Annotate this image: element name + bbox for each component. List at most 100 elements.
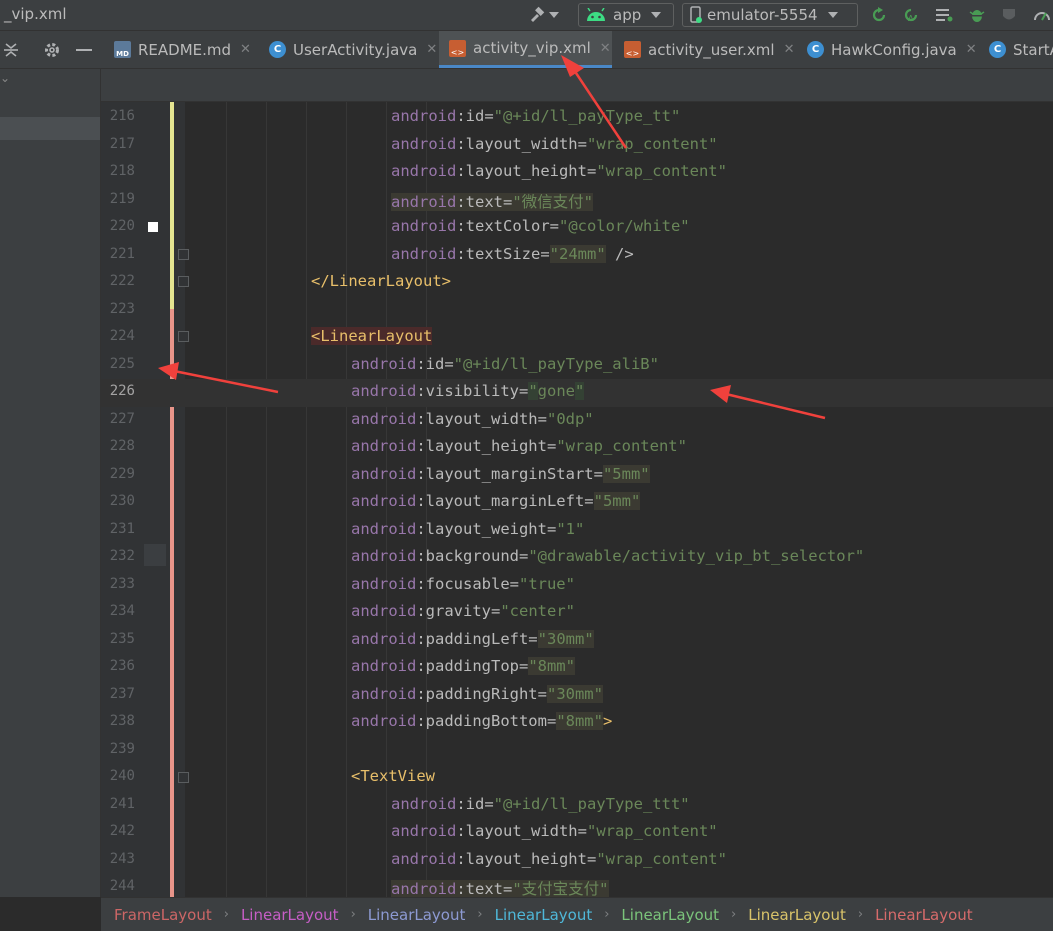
code-line[interactable]: 221 android:textSize="24mm" /> [101, 242, 1053, 270]
code-text[interactable]: android:layout_width="wrap_content" [391, 822, 718, 840]
breadcrumb-item[interactable]: FrameLayout [114, 906, 212, 924]
code-line[interactable]: 233 android:focusable="true" [101, 572, 1053, 600]
code-line[interactable]: 230 android:layout_marginLeft="5mm" [101, 489, 1053, 517]
line-number[interactable]: 216 [101, 108, 135, 124]
line-number[interactable]: 229 [101, 466, 135, 482]
line-number[interactable]: 237 [101, 686, 135, 702]
fold-marker[interactable] [178, 249, 189, 260]
code-text[interactable]: android:layout_weight="1" [351, 520, 584, 538]
line-number[interactable]: 230 [101, 493, 135, 509]
tab-activity-vip[interactable]: <> activity_vip.xml ✕ [439, 31, 612, 68]
breadcrumb-item[interactable]: LinearLayout [495, 906, 593, 924]
code-line[interactable]: 217 android:layout_width="wrap_content" [101, 132, 1053, 160]
line-number[interactable]: 238 [101, 713, 135, 729]
close-icon[interactable]: ✕ [966, 42, 977, 57]
logcat-icon[interactable] [934, 5, 954, 25]
breadcrumb-item[interactable]: LinearLayout [621, 906, 719, 924]
code-text[interactable]: android:paddingRight="30mm" [351, 684, 603, 703]
code-line[interactable]: 220 android:textColor="@color/white" [101, 214, 1053, 242]
line-number[interactable]: 223 [101, 301, 135, 317]
line-number[interactable]: 228 [101, 438, 135, 454]
line-number[interactable]: 233 [101, 576, 135, 592]
code-text[interactable]: android:layout_width="wrap_content" [391, 135, 718, 153]
line-number[interactable]: 218 [101, 163, 135, 179]
code-text[interactable]: <LinearLayout [311, 327, 433, 345]
code-text[interactable]: android:visibility="gone" [351, 382, 585, 400]
tab-activity-user[interactable]: <> activity_user.xml ✕ [614, 31, 802, 68]
code-text[interactable]: android:layout_width="0dp" [351, 410, 594, 428]
fold-marker[interactable] [178, 276, 189, 287]
code-line[interactable]: 234 android:gravity="center" [101, 599, 1053, 627]
line-number[interactable]: 226 [101, 383, 135, 399]
line-number[interactable]: 241 [101, 796, 135, 812]
line-number[interactable]: 225 [101, 356, 135, 372]
code-text[interactable]: </LinearLayout> [311, 272, 451, 290]
breadcrumb-item[interactable]: LinearLayout [241, 906, 339, 924]
code-text[interactable]: android:text="微信支付" [391, 190, 593, 212]
tab-hawk-config[interactable]: C HawkConfig.java ✕ [797, 31, 985, 68]
line-number[interactable]: 219 [101, 191, 135, 207]
line-number[interactable]: 220 [101, 218, 135, 234]
line-number[interactable]: 236 [101, 658, 135, 674]
code-text[interactable]: android:layout_marginLeft="5mm" [351, 492, 641, 510]
code-line[interactable]: 219 android:text="微信支付" [101, 187, 1053, 215]
code-line[interactable]: 225 android:id="@+id/ll_payType_aliB" [101, 352, 1053, 380]
chevron-down-icon[interactable] [547, 5, 561, 25]
collapse-all-icon[interactable] [2, 31, 20, 68]
code-text[interactable]: android:gravity="center" [351, 602, 575, 620]
code-text[interactable]: android:paddingTop="8mm" [351, 657, 575, 675]
code-line[interactable]: 229 android:layout_marginStart="5mm" [101, 462, 1053, 490]
debug-bug-icon[interactable] [967, 5, 987, 25]
breadcrumb-item[interactable]: LinearLayout [875, 906, 973, 924]
line-number[interactable]: 221 [101, 246, 135, 262]
code-line[interactable]: 224 <LinearLayout [101, 324, 1053, 352]
code-line[interactable]: 223 [101, 297, 1053, 325]
code-line[interactable]: 227 android:layout_width="0dp" [101, 407, 1053, 435]
apply-changes-restart-icon[interactable] [869, 5, 889, 25]
code-line[interactable]: 237 android:paddingRight="30mm" [101, 682, 1053, 710]
line-number[interactable]: 231 [101, 521, 135, 537]
code-line[interactable]: 240 <TextView [101, 764, 1053, 792]
code-text[interactable]: android:background="@drawable/activity_v… [351, 547, 864, 565]
breadcrumb-item[interactable]: LinearLayout [368, 906, 466, 924]
line-number[interactable]: 240 [101, 768, 135, 784]
code-text[interactable]: android:textSize="24mm" /> [391, 244, 634, 263]
fold-marker[interactable] [178, 772, 189, 783]
code-line[interactable]: 241 android:id="@+id/ll_payType_ttt" [101, 792, 1053, 820]
close-icon[interactable]: ✕ [426, 42, 437, 57]
code-text[interactable]: android:id="@+id/ll_payType_aliB" [351, 355, 659, 373]
code-line[interactable]: 232 android:background="@drawable/activit… [101, 544, 1053, 572]
code-line[interactable]: 226 android:visibility="gone" [101, 379, 1053, 407]
line-number[interactable]: 235 [101, 631, 135, 647]
hide-panel-icon[interactable] [76, 31, 92, 68]
close-icon[interactable]: ✕ [784, 42, 795, 57]
hammer-icon[interactable] [527, 5, 547, 25]
gear-icon[interactable] [43, 31, 61, 68]
apply-code-changes-icon[interactable]: A [901, 5, 921, 25]
code-text[interactable]: android:textColor="@color/white" [391, 217, 690, 235]
line-number[interactable]: 244 [101, 878, 135, 894]
code-line[interactable]: 244 android:text="支付宝支付" [101, 874, 1053, 897]
line-number[interactable]: 217 [101, 136, 135, 152]
code-text[interactable]: android:text="支付宝支付" [391, 877, 609, 897]
fold-marker[interactable] [178, 331, 189, 342]
code-text[interactable]: android:layout_height="wrap_content" [351, 437, 687, 455]
code-line[interactable]: 242 android:layout_width="wrap_content" [101, 819, 1053, 847]
code-line[interactable]: 236 android:paddingTop="8mm" [101, 654, 1053, 682]
attach-debugger-icon[interactable] [999, 5, 1019, 25]
code-line[interactable]: 228 android:layout_height="wrap_content" [101, 434, 1053, 462]
line-number[interactable]: 239 [101, 741, 135, 757]
line-number[interactable]: 232 [101, 548, 135, 564]
close-icon[interactable]: ✕ [240, 42, 251, 57]
tab-readme[interactable]: MD README.md ✕ [104, 31, 259, 68]
close-icon[interactable]: ✕ [600, 41, 611, 56]
code-line[interactable]: 216 android:id="@+id/ll_payType_tt" [101, 104, 1053, 132]
tab-start-activity[interactable]: C StartA [979, 31, 1053, 68]
tab-user-activity[interactable]: C UserActivity.java ✕ [259, 31, 445, 68]
code-text[interactable]: android:layout_marginStart="5mm" [351, 464, 650, 483]
code-line[interactable]: 222 </LinearLayout> [101, 269, 1053, 297]
line-number[interactable]: 227 [101, 411, 135, 427]
code-text[interactable]: android:id="@+id/ll_payType_tt" [391, 107, 680, 125]
line-number[interactable]: 222 [101, 273, 135, 289]
breadcrumb-item[interactable]: LinearLayout [748, 906, 846, 924]
